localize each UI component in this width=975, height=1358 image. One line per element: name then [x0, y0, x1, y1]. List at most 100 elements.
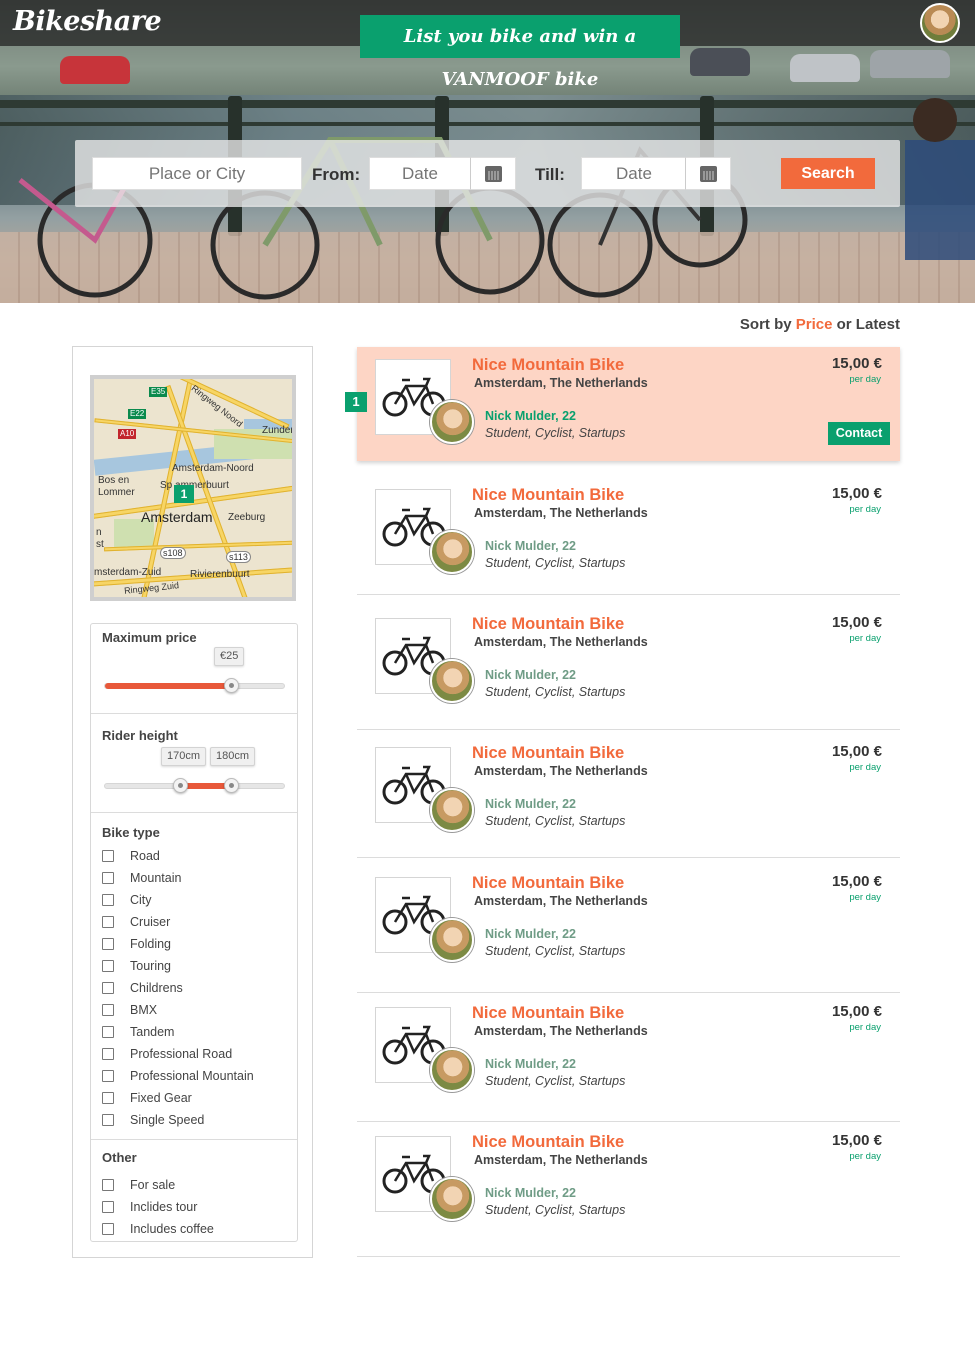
map[interactable]: E35 E22 A10 Ringweg Noord Zunder Amsterd…	[90, 375, 296, 601]
listing-owner[interactable]: Nick Mulder, 22	[485, 797, 576, 811]
listing-location: Amsterdam, The Netherlands	[474, 506, 648, 520]
listing-owner[interactable]: Nick Mulder, 22	[485, 1186, 576, 1200]
listing-title[interactable]: Nice Mountain Bike	[472, 615, 624, 634]
listing-tags: Student, Cyclist, Startups	[485, 685, 626, 699]
rider-height-min-tooltip: 170cm	[161, 747, 207, 766]
listing-title[interactable]: Nice Mountain Bike	[472, 744, 624, 763]
listing-card[interactable]: Nice Mountain Bike Amsterdam, The Netherl…	[357, 477, 900, 595]
listing-owner[interactable]: Nick Mulder, 22	[485, 1057, 576, 1071]
listing-owner[interactable]: Nick Mulder, 22	[485, 927, 576, 941]
search-bar: From: Till: Search	[75, 140, 900, 207]
filter-divider	[91, 1139, 297, 1140]
contact-button[interactable]: Contact	[828, 422, 890, 445]
listing-map-pin[interactable]: 1	[345, 392, 367, 412]
map-label: Rivierenbuurt	[190, 569, 250, 580]
listing-price: 15,00 €	[831, 485, 882, 502]
owner-avatar[interactable]	[430, 530, 474, 574]
max-price-slider[interactable]	[104, 678, 285, 693]
filter-divider	[91, 812, 297, 813]
owner-avatar[interactable]	[430, 1177, 474, 1221]
rider-height-max-handle[interactable]	[223, 778, 239, 793]
listing-card[interactable]: Nice Mountain Bike Amsterdam, The Netherl…	[357, 347, 900, 461]
checkbox[interactable]	[102, 1179, 114, 1191]
listing-price-unit: per day	[849, 1022, 881, 1033]
listing-card[interactable]: Nice Mountain Bike Amsterdam, The Netherl…	[357, 995, 900, 1122]
listing-title[interactable]: Nice Mountain Bike	[472, 874, 624, 893]
owner-avatar[interactable]	[430, 1048, 474, 1092]
listing-card[interactable]: Nice Mountain Bike Amsterdam, The Netherl…	[357, 1124, 900, 1257]
checkbox[interactable]	[102, 1223, 114, 1235]
logo[interactable]: Bikeshare	[13, 6, 162, 37]
checkbox-label: Fixed Gear	[130, 1091, 192, 1105]
listing-tags: Student, Cyclist, Startups	[485, 426, 626, 440]
checkbox[interactable]	[102, 850, 114, 862]
rider-height-slider[interactable]	[104, 778, 285, 793]
from-date-input[interactable]	[369, 157, 471, 190]
listing-tags: Student, Cyclist, Startups	[485, 944, 626, 958]
map-label: Amsterdam	[141, 509, 213, 525]
place-input[interactable]	[92, 157, 302, 190]
map-marker[interactable]: 1	[174, 485, 194, 503]
listing-card[interactable]: Nice Mountain Bike Amsterdam, The Netherl…	[357, 606, 900, 730]
max-price-title: Maximum price	[102, 630, 197, 645]
search-button[interactable]: Search	[781, 158, 875, 189]
listing-location: Amsterdam, The Netherlands	[474, 894, 648, 908]
checkbox[interactable]	[102, 1114, 114, 1126]
listing-price-unit: per day	[849, 762, 881, 773]
hero-banner: Bikeshare List you bike and win a VANMOO…	[0, 0, 975, 303]
map-label: n	[96, 527, 102, 538]
rider-height-min-handle[interactable]	[173, 778, 189, 793]
listing-owner[interactable]: Nick Mulder, 22	[485, 409, 576, 423]
checkbox[interactable]	[102, 960, 114, 972]
sidebar: E35 E22 A10 Ringweg Noord Zunder Amsterd…	[72, 346, 313, 1258]
max-price-handle[interactable]	[223, 678, 239, 693]
listing-title[interactable]: Nice Mountain Bike	[472, 1004, 624, 1023]
listing-owner[interactable]: Nick Mulder, 22	[485, 539, 576, 553]
calendar-icon	[485, 166, 502, 182]
owner-avatar[interactable]	[430, 400, 474, 444]
owner-avatar[interactable]	[430, 918, 474, 962]
sort-by-price-link[interactable]: Price	[796, 316, 833, 333]
listing-card[interactable]: Nice Mountain Bike Amsterdam, The Netherl…	[357, 735, 900, 858]
map-label: Zunder	[262, 425, 294, 436]
listing-price: 15,00 €	[831, 873, 882, 890]
checkbox[interactable]	[102, 894, 114, 906]
listing-price-unit: per day	[849, 633, 881, 644]
checkbox[interactable]	[102, 916, 114, 928]
listing-card[interactable]: Nice Mountain Bike Amsterdam, The Netherl…	[357, 865, 900, 993]
bike-type-title: Bike type	[102, 825, 160, 840]
listing-title[interactable]: Nice Mountain Bike	[472, 486, 624, 505]
checkbox[interactable]	[102, 1092, 114, 1104]
till-calendar-button[interactable]	[685, 157, 731, 190]
map-label: Bos en	[98, 475, 130, 486]
checkbox[interactable]	[102, 1048, 114, 1060]
listing-price: 15,00 €	[831, 743, 882, 760]
till-date-input[interactable]	[581, 157, 687, 190]
filter-divider	[91, 713, 297, 714]
checkbox[interactable]	[102, 938, 114, 950]
listing-location: Amsterdam, The Netherlands	[474, 764, 648, 778]
listing-price: 15,00 €	[831, 355, 882, 372]
checkbox[interactable]	[102, 1201, 114, 1213]
sort-controls: Sort by Price or Latest	[740, 316, 900, 333]
checkbox-label: Tandem	[130, 1025, 175, 1039]
checkbox-label: Folding	[130, 937, 171, 951]
listing-title[interactable]: Nice Mountain Bike	[472, 1133, 624, 1152]
checkbox[interactable]	[102, 1004, 114, 1016]
listing-price: 15,00 €	[831, 1003, 882, 1020]
from-calendar-button[interactable]	[470, 157, 516, 190]
checkbox[interactable]	[102, 1070, 114, 1082]
listing-location: Amsterdam, The Netherlands	[474, 376, 648, 390]
listing-tags: Student, Cyclist, Startups	[485, 814, 626, 828]
checkbox[interactable]	[102, 1026, 114, 1038]
owner-avatar[interactable]	[430, 788, 474, 832]
map-label: Amsterdam-Noord	[172, 463, 254, 474]
owner-avatar[interactable]	[430, 659, 474, 703]
listing-owner[interactable]: Nick Mulder, 22	[485, 668, 576, 682]
promo-banner[interactable]: List you bike and win a VANMOOF bike	[360, 15, 680, 90]
sort-by-latest-link[interactable]: or Latest	[837, 316, 900, 333]
checkbox[interactable]	[102, 982, 114, 994]
checkbox[interactable]	[102, 872, 114, 884]
listing-title[interactable]: Nice Mountain Bike	[472, 356, 624, 375]
user-avatar[interactable]	[920, 3, 960, 43]
